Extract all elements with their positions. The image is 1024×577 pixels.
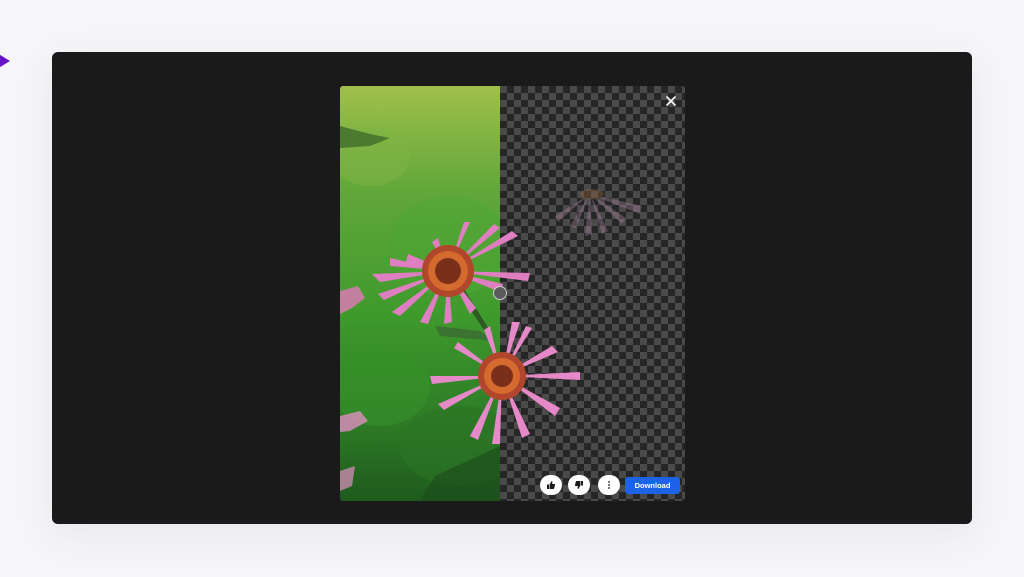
close-icon <box>666 96 676 106</box>
thumbs-down-icon <box>574 481 583 489</box>
close-button[interactable] <box>662 92 680 110</box>
download-button[interactable]: Download <box>625 477 680 494</box>
arrow-icon <box>0 54 10 68</box>
before-after-viewer[interactable]: Download <box>340 86 685 501</box>
split-slider-handle[interactable] <box>493 286 507 300</box>
more-options-button[interactable] <box>598 475 620 495</box>
dislike-button[interactable] <box>568 475 590 495</box>
thumbs-up-icon <box>547 481 556 489</box>
more-vertical-icon <box>608 481 610 489</box>
flower-subject <box>372 189 642 444</box>
like-button[interactable] <box>540 475 562 495</box>
